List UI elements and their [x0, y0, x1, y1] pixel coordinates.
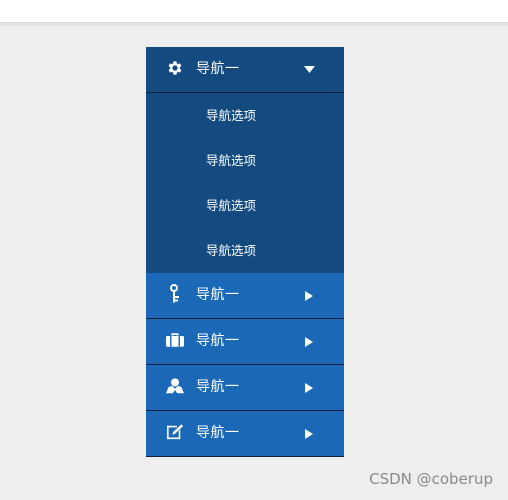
chevron-right-icon [303, 336, 315, 348]
gear-icon [166, 59, 184, 77]
nav-item-label: 导航一 [196, 287, 240, 303]
submenu-item[interactable]: 导航选项 [146, 228, 344, 273]
nav-item-user[interactable]: 导航一 [146, 365, 344, 411]
nav-item-label: 导航一 [196, 333, 240, 349]
edit-icon [166, 423, 184, 441]
top-bar [0, 0, 508, 23]
sidebar-nav: 导航一 导航选项 导航选项 导航选项 导航选项 导航一 导航一 导航一 导航一 [146, 47, 344, 457]
chevron-right-icon [303, 382, 315, 394]
top-bar-shadow [0, 23, 508, 26]
nav-item-briefcase[interactable]: 导航一 [146, 319, 344, 365]
watermark: CSDN @coberup [369, 470, 493, 488]
chevron-right-icon [303, 428, 315, 440]
submenu-item[interactable]: 导航选项 [146, 138, 344, 183]
nav-item-label: 导航一 [196, 61, 240, 77]
nav-item-edit[interactable]: 导航一 [146, 411, 344, 457]
key-icon [166, 284, 184, 303]
nav-item-label: 导航一 [196, 425, 240, 441]
nav-item-key[interactable]: 导航一 [146, 273, 344, 319]
user-icon [166, 377, 184, 395]
submenu-item[interactable]: 导航选项 [146, 93, 344, 138]
nav-item-settings[interactable]: 导航一 [146, 47, 344, 93]
chevron-down-icon [303, 64, 315, 76]
nav-submenu: 导航选项 导航选项 导航选项 导航选项 [146, 93, 344, 273]
submenu-item[interactable]: 导航选项 [146, 183, 344, 228]
chevron-right-icon [303, 290, 315, 302]
briefcase-icon [166, 331, 184, 349]
nav-item-label: 导航一 [196, 379, 240, 395]
